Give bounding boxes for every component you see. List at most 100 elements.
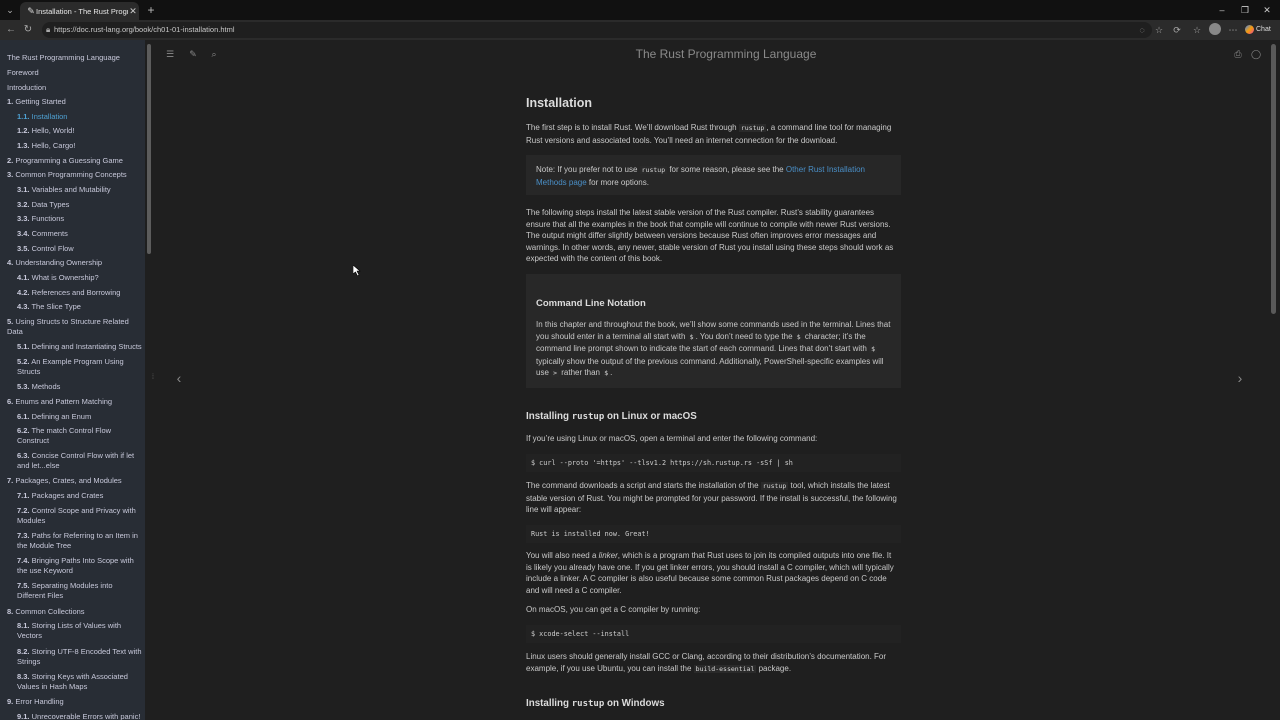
new-tab-icon[interactable]: + xyxy=(144,3,158,17)
sidebar-item[interactable]: the Module Tree xyxy=(17,541,71,551)
sidebar-item[interactable]: the use Keyword xyxy=(17,566,73,576)
sidebar-item[interactable]: 3.1. Variables and Mutability xyxy=(17,185,111,195)
window-close-icon[interactable]: ✕ xyxy=(1259,3,1275,17)
sidebar-item-number: 3. xyxy=(7,170,14,179)
sidebar-item-number: 4. xyxy=(7,258,14,267)
sidebar-item-label: Control Scope and Privacy with xyxy=(31,506,136,515)
xcode-code-block[interactable]: $ xcode-select --install xyxy=(526,625,901,643)
sidebar-item[interactable]: 5.2. An Example Program Using xyxy=(17,357,124,367)
sidebar-item[interactable]: 9. Error Handling xyxy=(7,697,64,707)
next-chapter-icon[interactable]: › xyxy=(1232,370,1248,386)
sidebar-item-number: 1.2. xyxy=(17,126,30,135)
sidebar-scrollbar-thumb[interactable] xyxy=(147,44,151,254)
sidebar-item[interactable]: 5.3. Methods xyxy=(17,382,60,392)
sidebar-item[interactable]: 5. Using Structs to Structure Related xyxy=(7,317,129,327)
minimize-icon[interactable]: – xyxy=(1214,3,1230,17)
sidebar-resize-handle[interactable]: ⁞ xyxy=(152,372,158,384)
heading-code: rustup xyxy=(571,412,605,422)
copilot-chat-button[interactable]: Chat xyxy=(1245,23,1275,37)
sidebar-item[interactable]: 1. Getting Started xyxy=(7,97,66,107)
copilot-icon xyxy=(1245,24,1254,34)
sidebar-item-label: Paths for Referring to an Item in xyxy=(31,531,138,540)
tab-list-icon[interactable]: ⌄ xyxy=(3,3,17,17)
sidebar-item[interactable]: Values in Hash Maps xyxy=(17,682,87,692)
sidebar-item[interactable]: 6.2. The match Control Flow xyxy=(17,426,111,436)
sidebar-item[interactable]: 3.4. Comments xyxy=(17,229,68,239)
sidebar-item[interactable]: Different Files xyxy=(17,591,63,601)
sidebar-item[interactable]: 7.3. Paths for Referring to an Item in xyxy=(17,531,138,541)
curl-code-block[interactable]: $ curl --proto '=https' --tlsv1.2 https:… xyxy=(526,454,901,472)
heading-text: Installing xyxy=(526,411,572,422)
sidebar-item[interactable]: 7. Packages, Crates, and Modules xyxy=(7,476,122,486)
sidebar-item[interactable]: Modules xyxy=(17,516,45,526)
sidebar-item[interactable]: 8.1. Storing Lists of Values with xyxy=(17,621,121,631)
sidebar-item[interactable]: Data xyxy=(7,327,23,337)
sidebar-item[interactable]: 1.2. Hello, World! xyxy=(17,126,74,136)
sidebar-item[interactable]: 7.4. Bringing Paths Into Scope with xyxy=(17,556,134,566)
sidebar-item-label: Common Collections xyxy=(15,607,85,616)
sidebar-item[interactable]: 4.3. The Slice Type xyxy=(17,302,81,312)
sidebar-item[interactable]: 9.1. Unrecoverable Errors with panic! xyxy=(17,712,140,720)
success-code-block[interactable]: Rust is installed now. Great! xyxy=(526,525,901,543)
sidebar-item[interactable]: Construct xyxy=(17,436,49,446)
sidebar-item[interactable]: Strings xyxy=(17,657,40,667)
heading-install-windows: Installing rustup on Windows xyxy=(526,698,665,709)
refresh-extension-icon[interactable]: ⟳ xyxy=(1170,23,1184,37)
sidebar-item-number: 5.2. xyxy=(17,357,30,366)
tab-installation[interactable]: ✎ Installation - The Rust Programming La… xyxy=(20,2,139,20)
rustup-code: rustup xyxy=(738,124,767,132)
sidebar-item[interactable]: 6.1. Defining an Enum xyxy=(17,412,91,422)
favorite-star-icon[interactable]: ☆ xyxy=(1152,23,1166,37)
sidebar-item[interactable]: 1.1. Installation xyxy=(17,112,67,122)
previous-chapter-icon[interactable]: ‹ xyxy=(171,370,187,386)
reload-icon[interactable]: ↻ xyxy=(21,23,35,37)
sidebar-item[interactable]: 6. Enums and Pattern Matching xyxy=(7,397,112,407)
sidebar-item[interactable]: 3.5. Control Flow xyxy=(17,244,74,254)
sidebar-item[interactable]: 1.3. Hello, Cargo! xyxy=(17,141,75,151)
sidebar-item[interactable]: 4.2. References and Borrowing xyxy=(17,288,120,298)
sidebar-item[interactable]: 8. Common Collections xyxy=(7,607,85,617)
sidebar-item[interactable]: 3.3. Functions xyxy=(17,214,64,224)
sidebar-item[interactable]: 4. Understanding Ownership xyxy=(7,258,102,268)
page-scrollbar-thumb[interactable] xyxy=(1271,44,1276,314)
sidebar-item[interactable]: 7.2. Control Scope and Privacy with xyxy=(17,506,136,516)
sidebar-item[interactable]: 6.3. Concise Control Flow with if let xyxy=(17,451,134,461)
heading-text: on Windows xyxy=(604,698,665,709)
reader-mode-icon[interactable]: ◌ xyxy=(1135,23,1149,37)
sidebar-item-number: 7.1. xyxy=(17,491,30,500)
sidebar-item[interactable]: 3.2. Data Types xyxy=(17,200,69,210)
sidebar-item[interactable]: 2. Programming a Guessing Game xyxy=(7,156,123,166)
sidebar-item[interactable]: Structs xyxy=(17,367,40,377)
theme-brush-icon[interactable]: ✎ xyxy=(187,48,199,60)
profile-avatar[interactable] xyxy=(1209,23,1221,35)
search-icon[interactable]: ⌕ xyxy=(208,48,220,60)
address-bar[interactable]: 🔒︎ https://doc.rust-lang.org/book/ch01-0… xyxy=(42,22,1152,38)
print-icon[interactable]: ⎙ xyxy=(1232,48,1244,60)
success-output[interactable]: Rust is installed now. Great! xyxy=(531,528,650,540)
curl-command[interactable]: $ curl --proto '=https' --tlsv1.2 https:… xyxy=(531,457,793,469)
url-text[interactable]: https://doc.rust-lang.org/book/ch01-01-i… xyxy=(54,24,235,36)
sidebar-item-label: An Example Program Using xyxy=(31,357,124,366)
more-menu-icon[interactable]: ⋯ xyxy=(1226,23,1240,37)
sidebar-item[interactable]: 5.1. Defining and Instantiating Structs xyxy=(17,342,142,352)
sidebar-item[interactable]: 4.1. What is Ownership? xyxy=(17,273,99,283)
sidebar-item[interactable]: and let...else xyxy=(17,461,60,471)
restore-icon[interactable]: ❐ xyxy=(1237,3,1253,17)
xcode-command[interactable]: $ xcode-select --install xyxy=(531,628,629,640)
sidebar-item[interactable]: Foreword xyxy=(7,68,39,78)
sidebar-item[interactable]: Vectors xyxy=(17,631,42,641)
cli-text-f: . xyxy=(610,368,613,378)
sidebar-item[interactable]: 8.2. Storing UTF-8 Encoded Text with xyxy=(17,647,142,657)
sidebar-item[interactable]: 8.3. Storing Keys with Associated xyxy=(17,672,128,682)
sidebar-item[interactable]: 7.5. Separating Modules into xyxy=(17,581,113,591)
sidebar-item-number: 1.3. xyxy=(17,141,30,150)
github-icon[interactable]: ◯ xyxy=(1250,48,1262,60)
toggle-sidebar-icon[interactable]: ☰ xyxy=(164,48,176,60)
back-icon[interactable]: ← xyxy=(4,23,18,37)
sidebar-item[interactable]: Introduction xyxy=(7,83,46,93)
sidebar-item-number: 3.4. xyxy=(17,229,30,238)
tab-close-icon[interactable]: ✕ xyxy=(128,5,138,17)
sidebar-item[interactable]: The Rust Programming Language xyxy=(7,53,120,63)
sidebar-item[interactable]: 3. Common Programming Concepts xyxy=(7,170,127,180)
sidebar-item[interactable]: 7.1. Packages and Crates xyxy=(17,491,103,501)
